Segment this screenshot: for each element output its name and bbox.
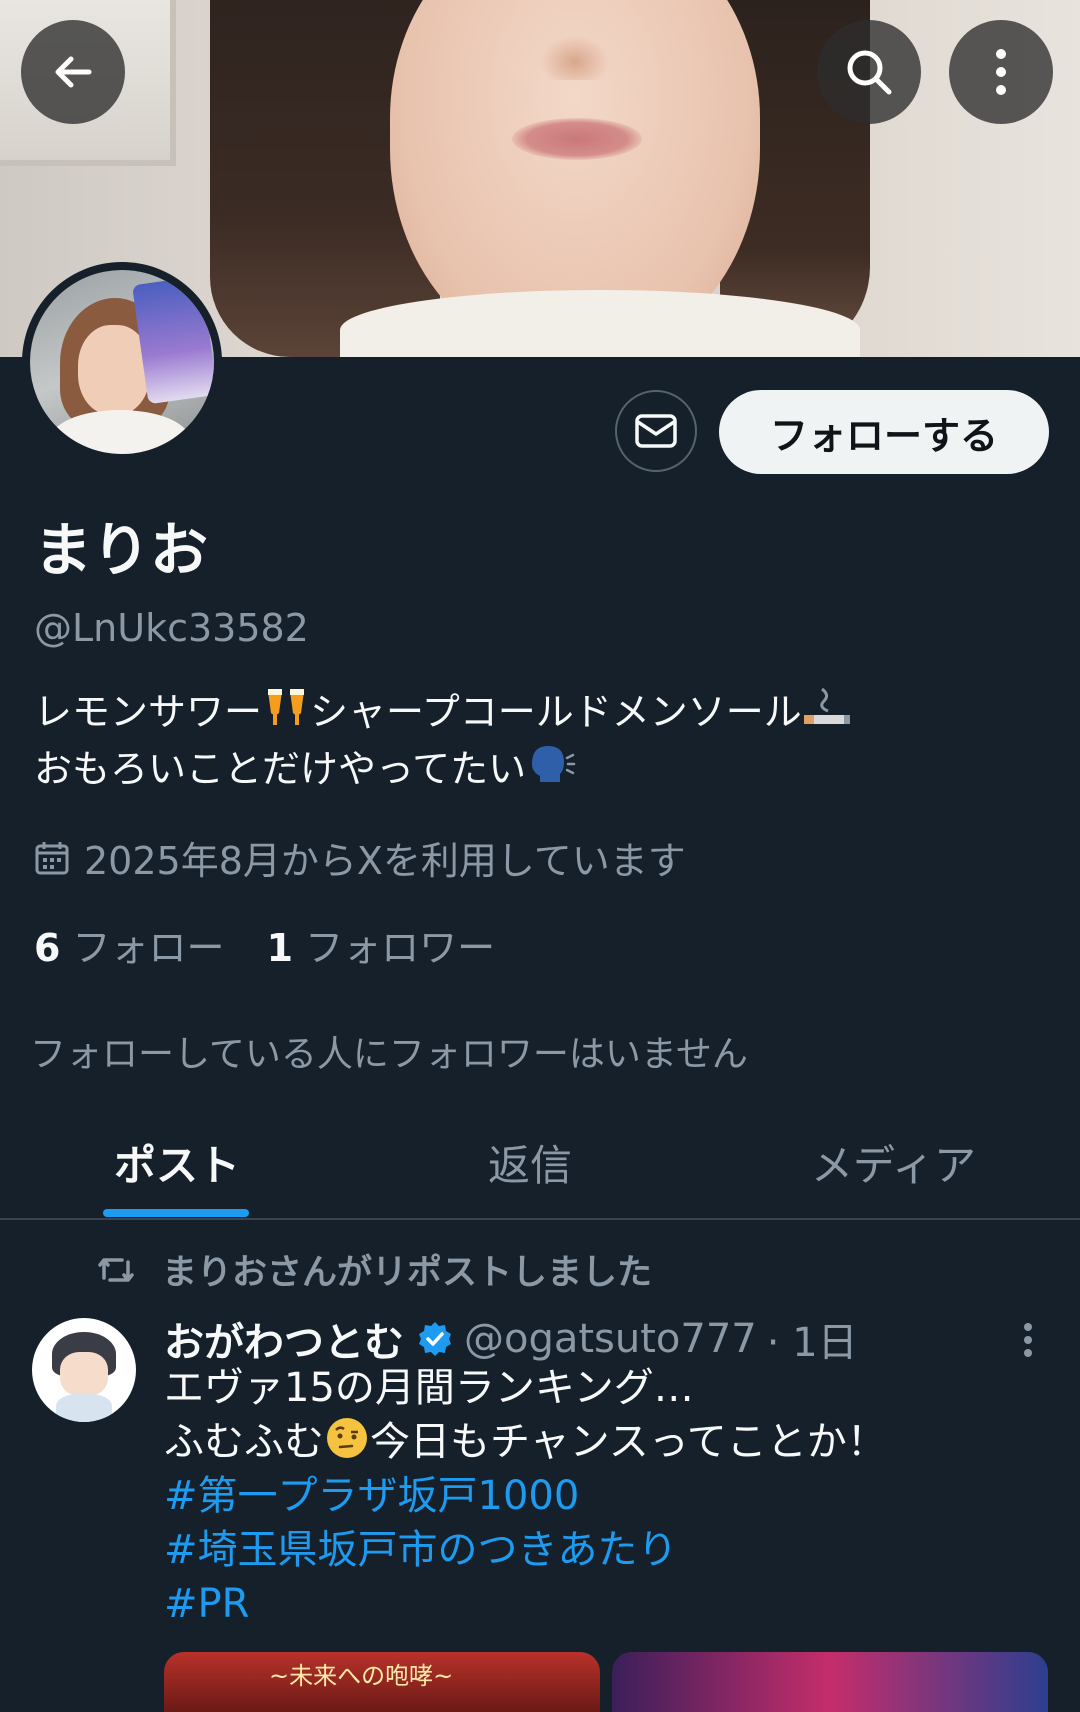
media-caption: ~未来への咆哮~ (269, 1662, 454, 1690)
hashtag-2[interactable]: #埼玉県坂戸市のつきあたり (164, 1523, 1044, 1577)
avatar-photo (30, 270, 214, 454)
search-button[interactable] (817, 20, 921, 124)
joined-text: 2025年8月からXを利用しています (84, 839, 686, 883)
tab-media[interactable]: メディア (811, 1132, 976, 1193)
back-button[interactable] (21, 20, 125, 124)
search-icon (847, 50, 892, 95)
hashtag-1[interactable]: #第一プラザ坂戸1000 (164, 1469, 1044, 1523)
message-button[interactable] (615, 390, 697, 472)
mail-icon (635, 414, 677, 448)
post-header: おがわつとむ @ogatsuto777 · 1日 (164, 1310, 858, 1368)
clinking-glasses-icon (268, 689, 305, 725)
followers-link[interactable]: 1 フォロワー (267, 926, 496, 970)
cigarette-icon (803, 687, 850, 724)
face-with-raised-eyebrow-icon (327, 1418, 367, 1458)
more-vertical-icon (1024, 1323, 1032, 1357)
post-author-name[interactable]: おがわつとむ (164, 1310, 404, 1368)
bio-text-1a: レモンサワー (34, 690, 263, 734)
post-author-avatar[interactable] (32, 1318, 136, 1422)
profile-avatar[interactable] (22, 262, 222, 462)
following-count: 6 (34, 926, 61, 970)
followers-count: 1 (266, 926, 294, 970)
post-line-2: ふむふむ 今日もチャンスってことか！ (164, 1415, 1044, 1469)
followers-label: フォロワー (305, 926, 496, 970)
speaking-head-icon (532, 746, 576, 782)
profile-name: まりお (34, 516, 209, 584)
bio-text-2: おもろいことだけやってたい (34, 747, 527, 791)
repost-icon (98, 1257, 134, 1282)
post-media-2[interactable] (612, 1652, 1048, 1712)
active-tab-indicator (103, 1209, 249, 1217)
post-media-1[interactable]: ~未来への咆哮~ (164, 1652, 600, 1712)
post-text-2b: 今日もチャンスってことか！ (370, 1419, 887, 1465)
bio-line-2: おもろいことだけやってたい (34, 740, 1044, 797)
post-more-button[interactable] (1010, 1320, 1046, 1364)
mutual-followers-note: フォローしている人にフォロワーはいません (30, 1034, 748, 1075)
tab-replies[interactable]: 返信 (488, 1132, 572, 1193)
post-author-handle[interactable]: @ogatsuto777 (464, 1316, 757, 1362)
banner-nose (540, 35, 610, 80)
more-options-button[interactable] (949, 20, 1053, 124)
more-vertical-icon (996, 49, 1006, 95)
hashtag-3[interactable]: #PR (164, 1577, 1044, 1631)
joined-date: 2025年8月からXを利用しています (34, 830, 686, 885)
following-link[interactable]: 6 フォロー (34, 926, 225, 970)
following-label: フォロー (72, 926, 225, 970)
post-text-2a: ふむふむ (164, 1419, 324, 1465)
calendar-icon (35, 841, 69, 874)
profile-bio: レモンサワー シャープコールドメンソール おもろいことだけやってたい (34, 683, 1044, 797)
profile-tabs: ポスト 返信 メディア (0, 1110, 1080, 1220)
banner-lips (512, 118, 642, 160)
post-line-1: エヴァ15の月間ランキング… (164, 1365, 694, 1411)
bio-text-1b: シャープコールドメンソール (310, 690, 802, 734)
post-body: エヴァ15の月間ランキング… ふむふむ 今日もチャンスってことか！ #第一プラザ… (164, 1361, 1044, 1631)
tab-posts[interactable]: ポスト (114, 1132, 240, 1193)
profile-handle: @LnUkc33582 (34, 606, 309, 650)
arrow-left-icon (55, 56, 92, 88)
verified-badge-icon (419, 1322, 451, 1356)
repost-header[interactable]: まりおさんがリポストしました (96, 1244, 652, 1295)
follow-button[interactable]: フォローする (719, 390, 1049, 474)
follow-counts: 6 フォロー 1 フォロワー (34, 917, 495, 972)
bio-line-1: レモンサワー シャープコールドメンソール (34, 683, 1044, 740)
repost-label: まりおさんがリポストしました (162, 1253, 653, 1293)
post-time[interactable]: · 1日 (767, 1310, 858, 1368)
